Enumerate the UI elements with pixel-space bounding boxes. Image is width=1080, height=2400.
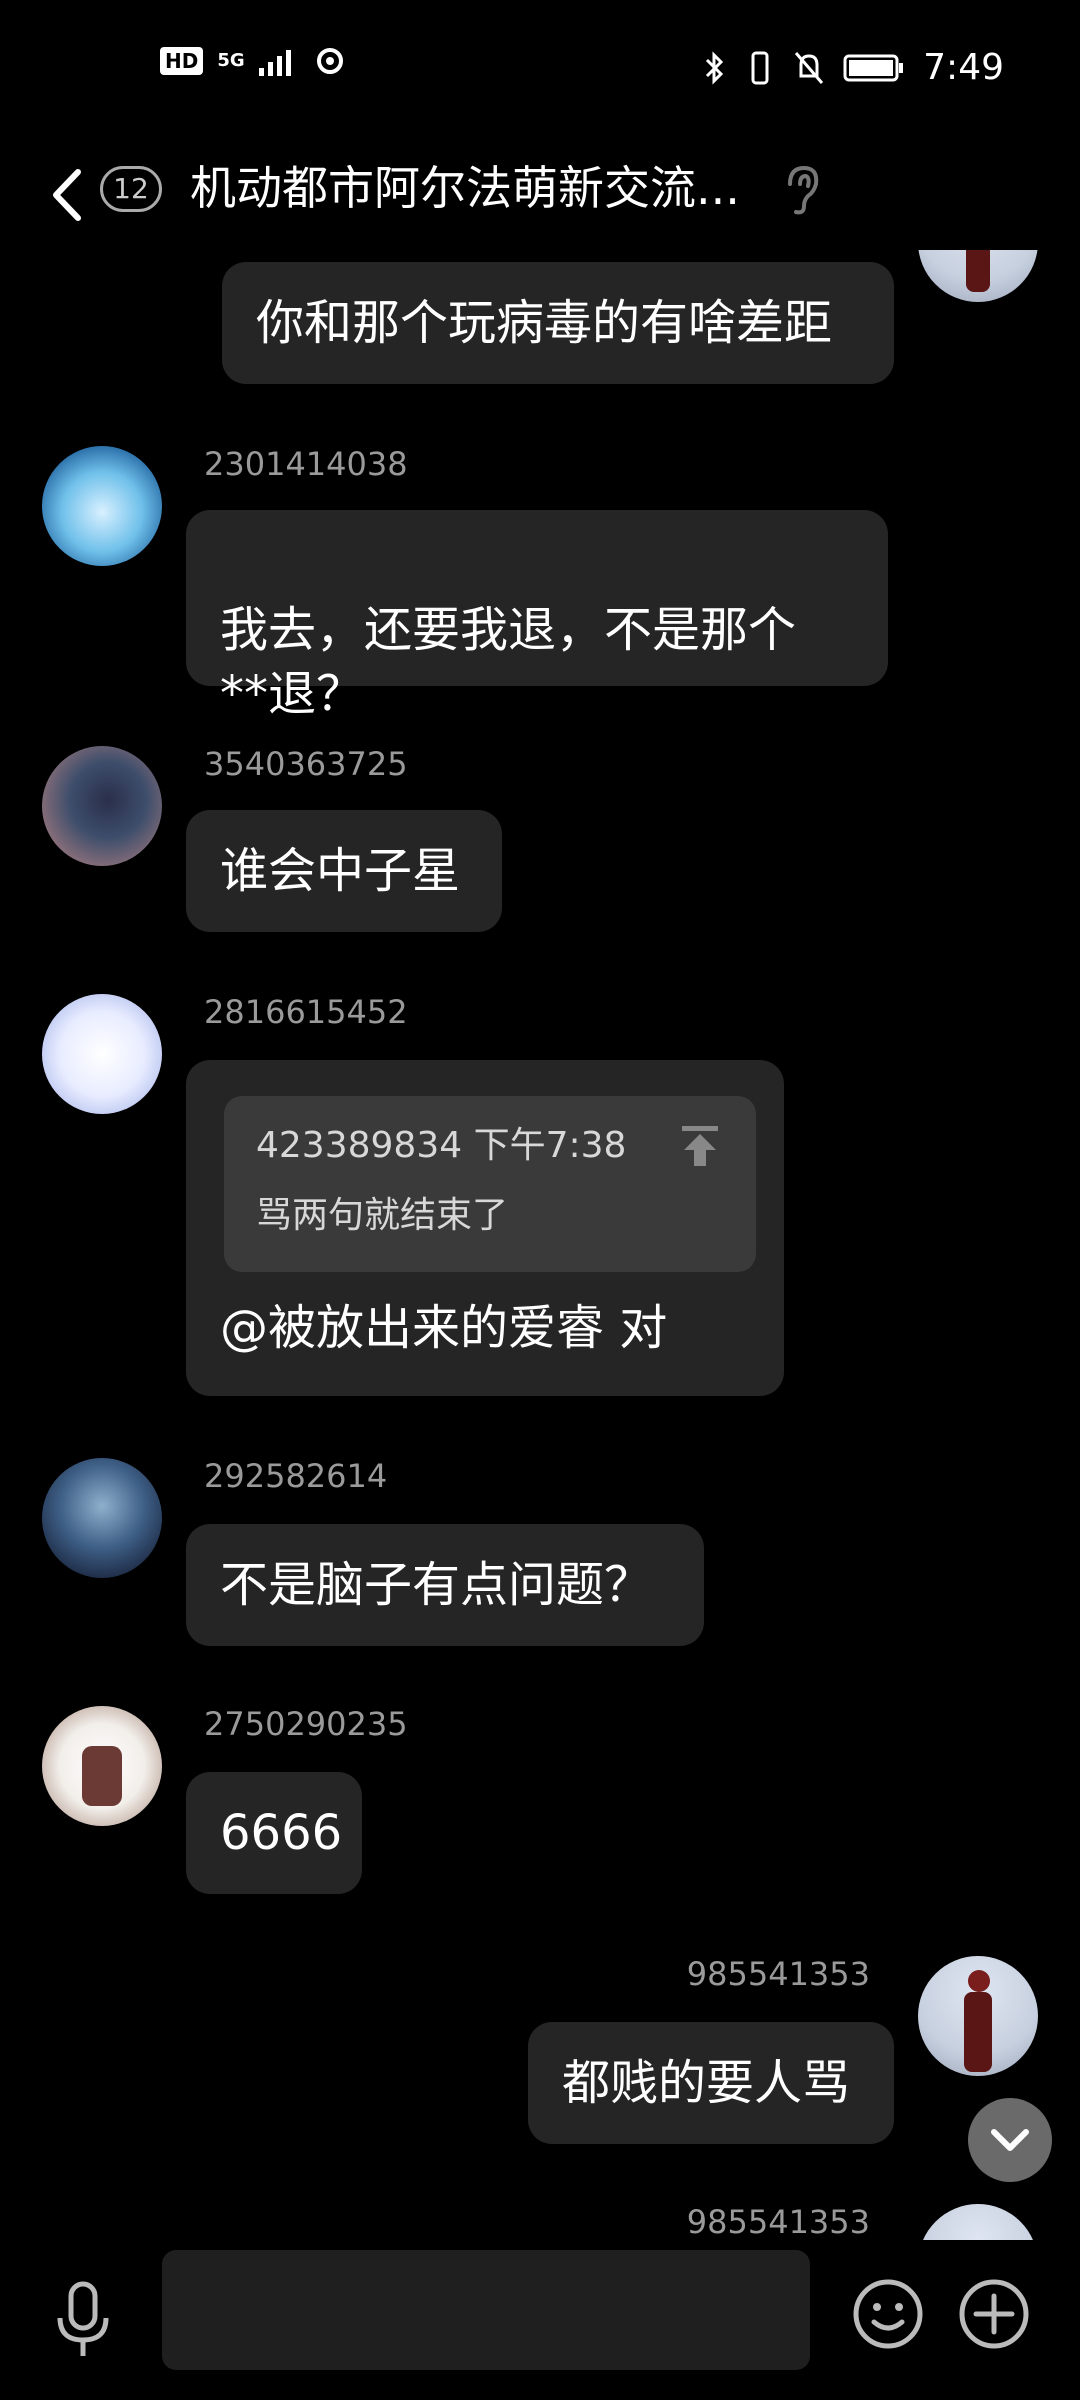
avatar[interactable] [42, 446, 162, 566]
message-text: 不是脑子有点问题？ [220, 1557, 653, 1613]
avatar[interactable] [42, 1458, 162, 1578]
signal-icon [258, 50, 291, 76]
avatar[interactable] [42, 746, 162, 866]
hd-badge: HD [160, 47, 204, 75]
sync-icon [316, 48, 343, 74]
sender-name: 2750290235 [204, 1705, 408, 1743]
bluetooth-icon [706, 51, 724, 85]
chevron-left-icon[interactable] [44, 162, 88, 228]
sender-name: 3540363725 [204, 745, 408, 783]
plus-icon[interactable] [958, 2278, 1030, 2350]
mute-bell-icon [795, 52, 824, 84]
chevron-down-icon [991, 2129, 1029, 2151]
sender-name: 292582614 [204, 1457, 388, 1495]
vibrate-icon [751, 51, 769, 85]
quoted-message[interactable]: 423389834 下午7:38 骂两句就结束了 [224, 1096, 756, 1272]
quote-text: 骂两句就结束了 [256, 1195, 509, 1236]
message-bubble[interactable]: 我去，还要我退，不是那个 **退？ [186, 510, 888, 722]
message-text: 都贱的要人骂 [562, 2055, 851, 2111]
smiley-icon[interactable] [852, 2278, 924, 2350]
unread-count-badge[interactable]: 12 [100, 166, 162, 212]
ear-icon[interactable] [778, 162, 824, 218]
sender-name: 2816615452 [204, 993, 408, 1031]
chat-header: 12 机动都市阿尔法萌新交流... [0, 140, 1080, 250]
network-label: 5G [217, 50, 245, 71]
message-input[interactable] [162, 2250, 810, 2370]
quote-header: 423389834 下午7:38 [256, 1125, 627, 1166]
message-bubble[interactable]: 6666 [186, 1772, 362, 1894]
message-bubble[interactable]: 423389834 下午7:38 骂两句就结束了 @被放出来的爱睿 对 [186, 1060, 784, 1396]
input-bar [0, 2240, 1080, 2400]
jump-to-top-icon[interactable] [680, 1124, 720, 1168]
avatar[interactable] [42, 994, 162, 1114]
microphone-icon[interactable] [50, 2278, 116, 2362]
sender-name: 2301414038 [204, 445, 408, 483]
status-left: HD 5G [160, 46, 345, 76]
avatar[interactable] [42, 1706, 162, 1826]
sender-name: 985541353 [686, 2203, 870, 2241]
message-list[interactable]: 你和那个玩病毒的有啥差距 2301414038 我去，还要我退，不是那个 **退… [0, 250, 1080, 2250]
message-text: @被放出来的爱睿 对 [220, 1300, 668, 1356]
scroll-to-bottom-button[interactable] [968, 2098, 1052, 2182]
status-bar: HD 5G 7:49 [0, 0, 1080, 130]
status-right: 7:49 [703, 40, 1004, 96]
group-title[interactable]: 机动都市阿尔法萌新交流... [190, 158, 740, 218]
clock: 7:49 [923, 47, 1004, 88]
avatar[interactable] [918, 1956, 1038, 2076]
sender-name: 985541353 [686, 1955, 870, 1993]
message-text: 6666 [220, 1805, 343, 1861]
message-bubble[interactable]: 都贱的要人骂 [528, 2022, 894, 2144]
message-bubble[interactable]: 谁会中子星 [186, 810, 502, 932]
message-text: 谁会中子星 [220, 843, 461, 899]
message-bubble[interactable]: 你和那个玩病毒的有啥差距 [222, 262, 894, 384]
avatar[interactable] [918, 250, 1038, 302]
message-bubble[interactable]: 不是脑子有点问题？ [186, 1524, 704, 1646]
battery-icon [843, 54, 904, 82]
message-text: 我去，还要我退，不是那个 **退？ [220, 602, 797, 722]
message-text: 你和那个玩病毒的有啥差距 [256, 295, 833, 351]
